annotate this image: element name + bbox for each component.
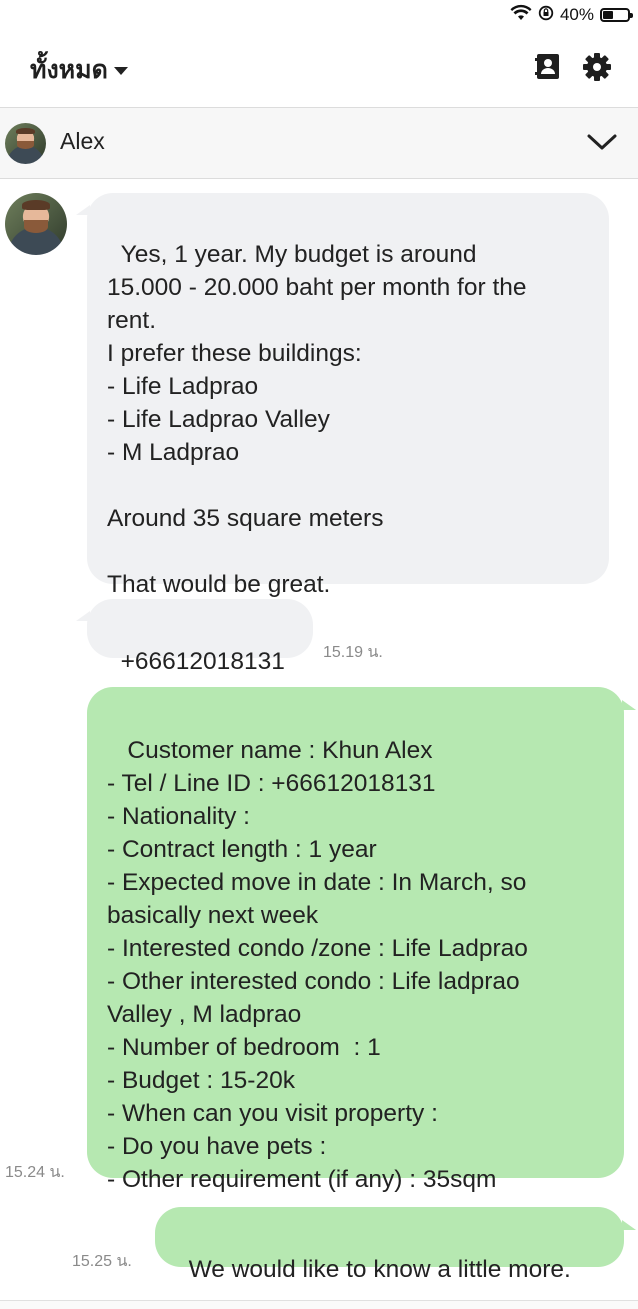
chat-header[interactable]: Alex — [0, 108, 638, 179]
contact-name: Alex — [60, 128, 105, 154]
caret-down-icon — [113, 67, 128, 75]
status-icons: 40% — [510, 4, 633, 27]
wifi-icon — [510, 4, 532, 27]
outgoing-message-bubble[interactable]: Customer name : Khun Alex - Tel / Line I… — [87, 687, 624, 1193]
settings-gear-icon[interactable] — [582, 52, 612, 82]
bubble-tail — [622, 1220, 636, 1230]
filter-label: ทั้งหมด — [30, 56, 108, 84]
sender-avatar[interactable] — [5, 193, 67, 255]
incoming-message-bubble[interactable]: +66612018131 — [87, 599, 313, 675]
chevron-down-icon[interactable] — [586, 130, 618, 154]
message-text: Yes, 1 year. My budget is around 15.000 … — [107, 241, 527, 598]
top-bar: ทั้งหมด — [0, 30, 638, 108]
message-timestamp: 15.24 น. — [5, 1164, 65, 1181]
message-text: Customer name : Khun Alex - Tel / Line I… — [107, 737, 528, 1193]
contact-avatar[interactable] — [5, 123, 46, 164]
battery-level — [603, 11, 613, 19]
battery-icon — [600, 8, 633, 22]
battery-percent: 40% — [559, 5, 594, 24]
outgoing-message-bubble[interactable]: We would like to know a little more. — [155, 1207, 624, 1283]
message-text: +66612018131 — [120, 648, 285, 675]
orientation-lock-icon — [538, 5, 554, 26]
message-timestamp: 15.19 น. — [323, 644, 383, 661]
contacts-icon[interactable] — [533, 52, 563, 82]
chat-filter-dropdown[interactable]: ทั้งหมด — [30, 50, 128, 90]
message-text: We would like to know a little more. — [188, 1256, 571, 1283]
bubble-tail — [622, 700, 636, 710]
incoming-message-bubble[interactable]: Yes, 1 year. My budget is around 15.000 … — [87, 193, 609, 598]
message-timestamp: 15.25 น. — [72, 1253, 132, 1270]
status-bar: 40% — [0, 0, 638, 30]
